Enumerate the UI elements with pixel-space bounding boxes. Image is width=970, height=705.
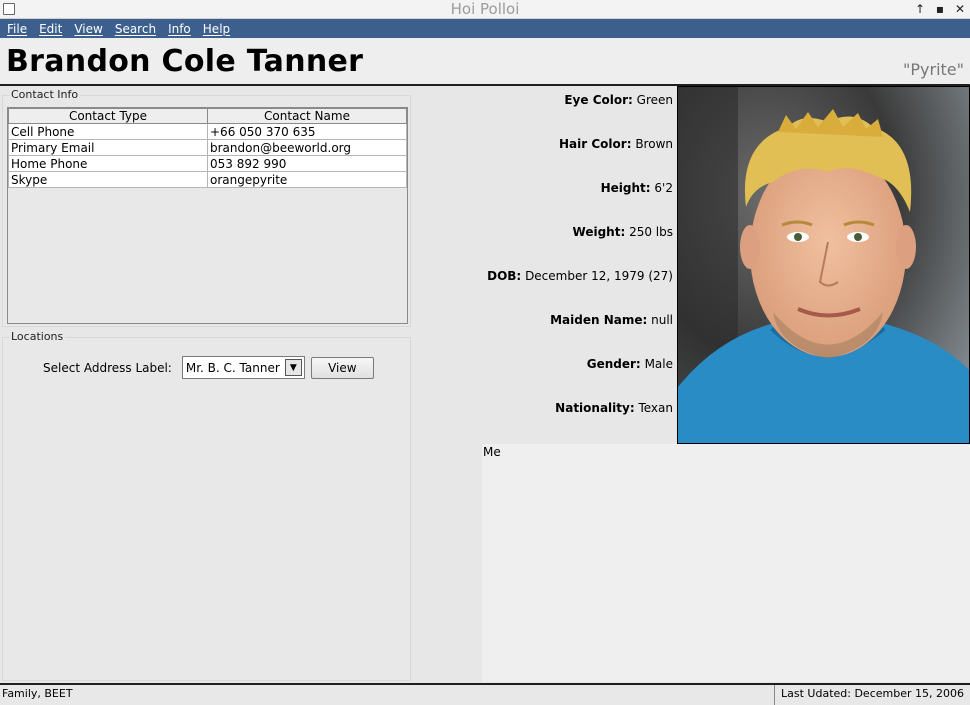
column-header-contact-name[interactable]: Contact Name [207,108,407,124]
portrait-illustration [678,87,969,443]
attr-value: 6'2 [654,181,673,195]
cell-contact-type[interactable]: Home Phone [8,155,208,172]
attr-label: Nationality: [555,401,635,415]
attr-value: Texan [638,401,673,415]
attr-height: Height: 6'2 [601,181,673,195]
notes-text: Me [483,445,501,459]
locations-legend: Locations [9,330,66,343]
window-controls: ↑ ▪ ✕ [914,2,966,16]
attributes-panel: Eye Color: Green Hair Color: Brown Heigh… [412,86,677,444]
maximize-icon[interactable]: ▪ [934,2,946,16]
menu-file[interactable]: File [7,22,27,36]
cell-contact-type[interactable]: Cell Phone [8,123,208,140]
address-dropdown-value: Mr. B. C. Tanner [185,360,280,375]
minimize-icon[interactable]: ↑ [914,2,926,16]
contact-table: Contact Type Contact Name Cell Phone +66… [8,108,407,188]
menu-bar: File Edit View Search Info Help [0,19,970,38]
contact-table-scrollpane[interactable]: Contact Type Contact Name Cell Phone +66… [7,107,408,324]
profile-photo [677,86,970,444]
attr-weight: Weight: 250 lbs [573,225,673,239]
address-label-dropdown[interactable]: Mr. B. C. Tanner ▼ [181,356,305,379]
table-row[interactable]: Skype orangepyrite [8,171,407,188]
window-title: Hoi Polloi [450,0,520,18]
cell-contact-name[interactable]: orangepyrite [207,171,407,188]
table-row[interactable]: Home Phone 053 892 990 [8,155,407,172]
menu-view[interactable]: View [74,22,102,36]
select-address-label: Select Address Label: [43,360,172,375]
person-name: Brandon Cole Tanner [6,44,364,79]
menu-info[interactable]: Info [168,22,191,36]
attr-label: Gender: [586,357,641,371]
attr-value: Brown [635,137,673,151]
person-nickname: "Pyrite" [903,60,964,79]
attr-label: Maiden Name: [550,313,648,327]
table-row[interactable]: Cell Phone +66 050 370 635 [8,123,407,140]
status-bar: Family, BEET Last Udated: December 15, 2… [0,683,970,705]
chevron-down-icon[interactable]: ▼ [284,359,302,376]
attr-value: null [651,313,673,327]
attr-value: Male [644,357,673,371]
attr-label: Eye Color: [564,93,633,107]
attr-dob: DOB: December 12, 1979 (27) [487,269,673,283]
status-last-updated: Last Udated: December 15, 2006 [774,685,970,705]
address-selector-row: Select Address Label: Mr. B. C. Tanner ▼… [43,356,374,379]
menu-search[interactable]: Search [115,22,156,36]
contact-info-panel: Contact Info Contact Type Contact Name C… [2,88,411,327]
locations-panel: Locations Select Address Label: Mr. B. C… [2,330,411,681]
status-groups: Family, BEET [2,687,73,700]
attr-eye-color: Eye Color: Green [564,93,673,107]
profile-header: Brandon Cole Tanner "Pyrite" [0,38,970,86]
cell-contact-name[interactable]: +66 050 370 635 [207,123,407,140]
attr-label: Height: [600,181,651,195]
menu-edit[interactable]: Edit [39,22,62,36]
cell-contact-type[interactable]: Primary Email [8,139,208,156]
view-address-button[interactable]: View [310,356,374,379]
attr-value: Green [636,93,673,107]
contact-info-legend: Contact Info [9,88,81,101]
table-row[interactable]: Primary Email brandon@beeworld.org [8,139,407,156]
attr-value: December 12, 1979 (27) [525,269,673,283]
cell-contact-type[interactable]: Skype [8,171,208,188]
column-header-contact-type[interactable]: Contact Type [8,108,208,124]
attr-hair-color: Hair Color: Brown [559,137,673,151]
attr-value: 250 lbs [629,225,673,239]
close-icon[interactable]: ✕ [954,2,966,16]
attr-maiden-name: Maiden Name: null [550,313,673,327]
attr-label: Hair Color: [559,137,632,151]
notes-area[interactable]: Me [482,444,970,682]
menu-help[interactable]: Help [203,22,230,36]
attr-label: DOB: [487,269,522,283]
title-bar: Hoi Polloi ↑ ▪ ✕ [0,0,970,19]
cell-contact-name[interactable]: 053 892 990 [207,155,407,172]
attr-nationality: Nationality: Texan [555,401,673,415]
attr-gender: Gender: Male [587,357,673,371]
cell-contact-name[interactable]: brandon@beeworld.org [207,139,407,156]
attr-label: Weight: [572,225,626,239]
